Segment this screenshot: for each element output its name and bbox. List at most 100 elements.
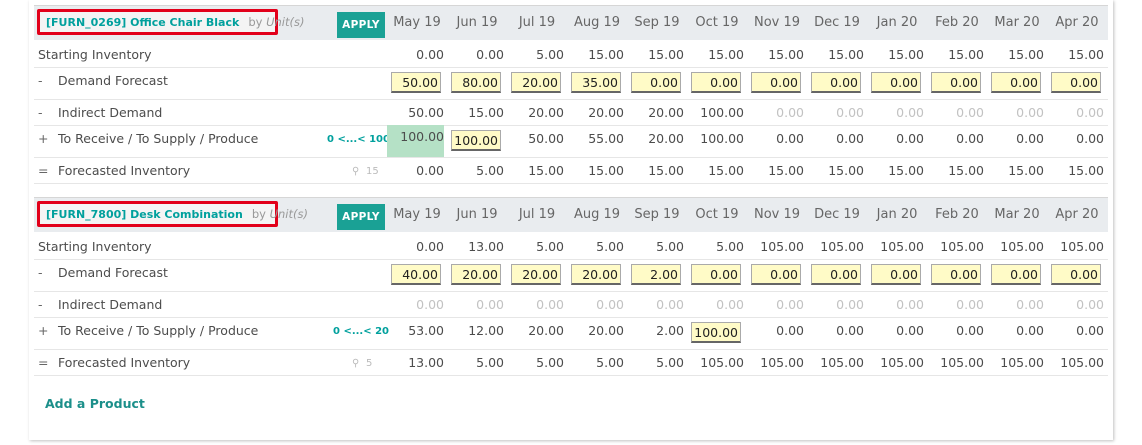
row-label: - Demand Forecast — [38, 73, 168, 88]
demand-input[interactable]: 0.00 — [811, 264, 861, 285]
demand-input[interactable]: 2.00 — [631, 264, 681, 285]
uom-name: Unit(s) — [269, 207, 308, 221]
receive-cell: 0.00 — [1076, 323, 1104, 338]
row-sign: + — [38, 323, 49, 338]
safety-range: 0 <...< 100 — [327, 134, 390, 145]
indirect-cell: 0.00 — [1016, 297, 1044, 312]
receive-cell: 0.00 — [836, 323, 864, 338]
uom-by-text: by — [248, 15, 263, 29]
forecasted-cell: 15.00 — [708, 163, 744, 178]
month-header: Oct 19 — [695, 15, 739, 30]
add-product-link[interactable]: Add a Product — [45, 396, 145, 411]
product-block: [FURN_0269] Office Chair Black by Unit(s)… — [34, 5, 1108, 185]
demand-input[interactable]: 0.00 — [1051, 264, 1101, 285]
product-header: [FURN_7800] Desk Combination by Unit(s) AP… — [34, 197, 1108, 232]
forecasted-cell: 105.00 — [760, 355, 804, 370]
month-header: Jan 20 — [876, 15, 918, 30]
month-header: Sep 19 — [634, 207, 680, 222]
indirect-cell: 20.00 — [588, 105, 624, 120]
demand-input[interactable]: 20.00 — [511, 264, 561, 285]
indirect-cell: 50.00 — [408, 105, 444, 120]
month-header: Nov 19 — [753, 207, 801, 222]
row-forecasted: = Forecasted Inventory ⚲ 15 0.00 5.00 15.00 15.… — [34, 157, 1108, 184]
demand-input[interactable]: 0.00 — [1051, 72, 1101, 93]
uom-by-text: by — [251, 207, 266, 221]
demand-input[interactable]: 50.00 — [391, 72, 441, 93]
starting-cell: 105.00 — [940, 239, 984, 254]
demand-input[interactable]: 40.00 — [391, 264, 441, 285]
receive-cell: 0.00 — [896, 131, 924, 146]
row-label: - Indirect Demand — [38, 105, 162, 120]
starting-cell: 105.00 — [880, 239, 924, 254]
receive-cell: 55.00 — [588, 131, 624, 146]
uom-name: Unit(s) — [266, 15, 305, 29]
row-label-text: Demand Forecast — [58, 265, 168, 280]
starting-cell: 15.00 — [948, 47, 984, 62]
demand-input[interactable]: 0.00 — [991, 72, 1041, 93]
forecasted-cell: 15.00 — [768, 163, 804, 178]
starting-cell: 105.00 — [1060, 239, 1104, 254]
starting-cell: 0.00 — [476, 47, 504, 62]
demand-input[interactable]: 20.00 — [571, 264, 621, 285]
receive-cell: 20.00 — [648, 131, 684, 146]
indirect-cell: 0.00 — [1016, 105, 1044, 120]
demand-input[interactable]: 20.00 — [451, 264, 501, 285]
row-label-text: Forecasted Inventory — [58, 355, 191, 370]
apply-button[interactable]: APPLY — [337, 204, 385, 230]
apply-button[interactable]: APPLY — [337, 12, 385, 38]
demand-input[interactable]: 20.00 — [511, 72, 561, 93]
demand-input[interactable]: 0.00 — [871, 72, 921, 93]
product-name-link[interactable]: [FURN_7800] Desk Combination — [46, 208, 243, 221]
row-label: - Demand Forecast — [38, 265, 168, 280]
demand-input[interactable]: 0.00 — [871, 264, 921, 285]
demand-input[interactable]: 0.00 — [751, 264, 801, 285]
row-label-text: To Receive / To Supply / Produce — [58, 323, 259, 338]
starting-cell: 13.00 — [468, 239, 504, 254]
row-label-text: Indirect Demand — [58, 105, 163, 120]
product-name-link[interactable]: [FURN_0269] Office Chair Black — [46, 16, 239, 29]
demand-input[interactable]: 0.00 — [811, 72, 861, 93]
indirect-cell: 0.00 — [956, 297, 984, 312]
indirect-cell: 0.00 — [596, 297, 624, 312]
demand-input[interactable]: 0.00 — [931, 72, 981, 93]
month-header: May 19 — [393, 15, 441, 30]
demand-input[interactable]: 0.00 — [691, 72, 741, 93]
indirect-cell: 0.00 — [836, 105, 864, 120]
row-indirect: - Indirect Demand 0.00 0.00 0.00 0.00 0.00 0.00… — [34, 291, 1108, 318]
indirect-cell: 0.00 — [656, 297, 684, 312]
forecasted-cell: 13.00 — [408, 355, 444, 370]
row-label: Starting Inventory — [38, 47, 152, 62]
safety-stock-value: 15 — [366, 166, 379, 177]
indirect-cell: 20.00 — [528, 105, 564, 120]
starting-cell: 5.00 — [536, 47, 564, 62]
row-label-text: To Receive / To Supply / Produce — [58, 131, 259, 146]
forecasted-cell: 15.00 — [648, 163, 684, 178]
starting-cell: 0.00 — [416, 239, 444, 254]
starting-cell: 5.00 — [716, 239, 744, 254]
demand-input[interactable]: 0.00 — [751, 72, 801, 93]
demand-input[interactable]: 35.00 — [571, 72, 621, 93]
forecasted-cell: 5.00 — [656, 355, 684, 370]
forecasted-cell: 15.00 — [588, 163, 624, 178]
row-label-text: Indirect Demand — [58, 297, 163, 312]
row-receive: + To Receive / To Supply / Produce 0 <...<… — [34, 317, 1108, 350]
row-label: = Forecasted Inventory — [38, 163, 190, 178]
indirect-cell: 100.00 — [700, 105, 744, 120]
receive-cell: 0.00 — [776, 131, 804, 146]
row-demand: - Demand Forecast 50.00 80.00 20.00 35.00 0.00… — [34, 67, 1108, 100]
row-label: + To Receive / To Supply / Produce — [38, 323, 258, 338]
row-sign: = — [38, 163, 49, 178]
demand-input[interactable]: 0.00 — [991, 264, 1041, 285]
product-uom: by Unit(s) — [248, 15, 304, 29]
demand-input[interactable]: 0.00 — [691, 264, 741, 285]
receive-cell: 0.00 — [836, 131, 864, 146]
indirect-cell: 20.00 — [648, 105, 684, 120]
demand-input[interactable]: 0.00 — [631, 72, 681, 93]
row-sign: - — [38, 73, 43, 88]
forecasted-cell: 15.00 — [1008, 163, 1044, 178]
demand-input[interactable]: 0.00 — [931, 264, 981, 285]
receive-cell: 12.00 — [468, 323, 504, 338]
replenish-input[interactable]: 100.00 — [451, 130, 501, 151]
demand-input[interactable]: 80.00 — [451, 72, 501, 93]
replenish-input[interactable]: 100.00 — [691, 322, 741, 343]
